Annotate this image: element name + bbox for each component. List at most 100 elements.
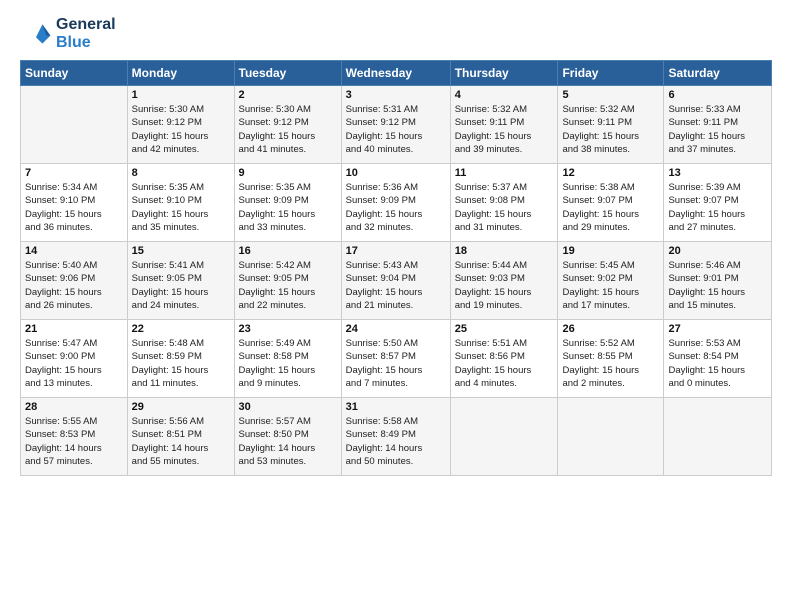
header-sunday: Sunday: [21, 61, 128, 86]
day-cell: 13 Sunrise: 5:39 AM Sunset: 9:07 PM Dayli…: [664, 164, 772, 242]
day-cell: 2Sunrise: 5:30 AM Sunset: 9:12 PM Daylig…: [234, 86, 341, 164]
day-cell: 7 Sunrise: 5:34 AM Sunset: 9:10 PM Daylig…: [21, 164, 128, 242]
day-number: 20: [668, 245, 767, 257]
week-row-3: 21 Sunrise: 5:47 AM Sunset: 9:00 PM Dayli…: [21, 320, 772, 398]
day-number: 8: [132, 167, 230, 179]
day-content: Sunrise: 5:36 AM Sunset: 9:09 PM Dayligh…: [346, 181, 446, 234]
week-row-4: 28 Sunrise: 5:55 AM Sunset: 8:53 PM Dayli…: [21, 398, 772, 476]
day-cell: 26Sunrise: 5:52 AM Sunset: 8:55 PM Dayli…: [558, 320, 664, 398]
day-number: 2: [239, 89, 337, 101]
day-content: Sunrise: 5:58 AM Sunset: 8:49 PM Dayligh…: [346, 415, 446, 468]
day-content: Sunrise: 5:32 AM Sunset: 9:11 PM Dayligh…: [455, 103, 554, 156]
day-number: 23: [239, 323, 337, 335]
day-number: 3: [346, 89, 446, 101]
day-number: 19: [562, 245, 659, 257]
day-content: Sunrise: 5:33 AM Sunset: 9:11 PM Dayligh…: [668, 103, 767, 156]
day-number: 9: [239, 167, 337, 179]
day-content: Sunrise: 5:37 AM Sunset: 9:08 PM Dayligh…: [455, 181, 554, 234]
day-content: Sunrise: 5:38 AM Sunset: 9:07 PM Dayligh…: [562, 181, 659, 234]
day-number: 21: [25, 323, 123, 335]
day-content: Sunrise: 5:46 AM Sunset: 9:01 PM Dayligh…: [668, 259, 767, 312]
day-number: 22: [132, 323, 230, 335]
day-cell: 19 Sunrise: 5:45 AM Sunset: 9:02 PM Dayli…: [558, 242, 664, 320]
day-number: 11: [455, 167, 554, 179]
day-number: 15: [132, 245, 230, 257]
day-number: 17: [346, 245, 446, 257]
day-content: Sunrise: 5:39 AM Sunset: 9:07 PM Dayligh…: [668, 181, 767, 234]
day-cell: 28 Sunrise: 5:55 AM Sunset: 8:53 PM Dayli…: [21, 398, 128, 476]
day-cell: 8 Sunrise: 5:35 AM Sunset: 9:10 PM Daylig…: [127, 164, 234, 242]
day-number: 10: [346, 167, 446, 179]
day-cell: [558, 398, 664, 476]
header-row: SundayMondayTuesdayWednesdayThursdayFrid…: [21, 61, 772, 86]
day-number: 28: [25, 401, 123, 413]
day-number: 5: [562, 89, 659, 101]
day-content: Sunrise: 5:53 AM Sunset: 8:54 PM Dayligh…: [668, 337, 767, 390]
day-cell: 5 Sunrise: 5:32 AM Sunset: 9:11 PM Daylig…: [558, 86, 664, 164]
day-number: 7: [25, 167, 123, 179]
day-content: Sunrise: 5:47 AM Sunset: 9:00 PM Dayligh…: [25, 337, 123, 390]
day-cell: 1 Sunrise: 5:30 AM Sunset: 9:12 PM Daylig…: [127, 86, 234, 164]
week-row-1: 7 Sunrise: 5:34 AM Sunset: 9:10 PM Daylig…: [21, 164, 772, 242]
day-cell: 22 Sunrise: 5:48 AM Sunset: 8:59 PM Dayli…: [127, 320, 234, 398]
day-number: 1: [132, 89, 230, 101]
week-row-0: 1 Sunrise: 5:30 AM Sunset: 9:12 PM Daylig…: [21, 86, 772, 164]
day-cell: 4 Sunrise: 5:32 AM Sunset: 9:11 PM Daylig…: [450, 86, 558, 164]
day-number: 6: [668, 89, 767, 101]
day-cell: 17 Sunrise: 5:43 AM Sunset: 9:04 PM Dayli…: [341, 242, 450, 320]
day-content: Sunrise: 5:55 AM Sunset: 8:53 PM Dayligh…: [25, 415, 123, 468]
header: General Blue: [20, 16, 772, 52]
day-cell: 9Sunrise: 5:35 AM Sunset: 9:09 PM Daylig…: [234, 164, 341, 242]
header-wednesday: Wednesday: [341, 61, 450, 86]
day-cell: 21 Sunrise: 5:47 AM Sunset: 9:00 PM Dayli…: [21, 320, 128, 398]
day-content: Sunrise: 5:41 AM Sunset: 9:05 PM Dayligh…: [132, 259, 230, 312]
day-content: Sunrise: 5:57 AM Sunset: 8:50 PM Dayligh…: [239, 415, 337, 468]
header-thursday: Thursday: [450, 61, 558, 86]
day-number: 12: [562, 167, 659, 179]
calendar-table: SundayMondayTuesdayWednesdayThursdayFrid…: [20, 60, 772, 476]
day-cell: 18 Sunrise: 5:44 AM Sunset: 9:03 PM Dayli…: [450, 242, 558, 320]
day-content: Sunrise: 5:56 AM Sunset: 8:51 PM Dayligh…: [132, 415, 230, 468]
day-number: 14: [25, 245, 123, 257]
day-content: Sunrise: 5:35 AM Sunset: 9:10 PM Dayligh…: [132, 181, 230, 234]
day-cell: 25 Sunrise: 5:51 AM Sunset: 8:56 PM Dayli…: [450, 320, 558, 398]
day-content: Sunrise: 5:31 AM Sunset: 9:12 PM Dayligh…: [346, 103, 446, 156]
day-content: Sunrise: 5:50 AM Sunset: 8:57 PM Dayligh…: [346, 337, 446, 390]
day-cell: 3 Sunrise: 5:31 AM Sunset: 9:12 PM Daylig…: [341, 86, 450, 164]
day-cell: 11 Sunrise: 5:37 AM Sunset: 9:08 PM Dayli…: [450, 164, 558, 242]
header-tuesday: Tuesday: [234, 61, 341, 86]
day-cell: 23Sunrise: 5:49 AM Sunset: 8:58 PM Dayli…: [234, 320, 341, 398]
day-content: Sunrise: 5:43 AM Sunset: 9:04 PM Dayligh…: [346, 259, 446, 312]
day-cell: 12 Sunrise: 5:38 AM Sunset: 9:07 PM Dayli…: [558, 164, 664, 242]
day-cell: [21, 86, 128, 164]
day-content: Sunrise: 5:48 AM Sunset: 8:59 PM Dayligh…: [132, 337, 230, 390]
day-cell: 31Sunrise: 5:58 AM Sunset: 8:49 PM Dayli…: [341, 398, 450, 476]
day-number: 25: [455, 323, 554, 335]
logo-icon: [20, 18, 52, 50]
day-cell: 6 Sunrise: 5:33 AM Sunset: 9:11 PM Daylig…: [664, 86, 772, 164]
day-number: 30: [239, 401, 337, 413]
day-number: 24: [346, 323, 446, 335]
day-number: 26: [562, 323, 659, 335]
day-content: Sunrise: 5:44 AM Sunset: 9:03 PM Dayligh…: [455, 259, 554, 312]
day-content: Sunrise: 5:34 AM Sunset: 9:10 PM Dayligh…: [25, 181, 123, 234]
day-cell: 15 Sunrise: 5:41 AM Sunset: 9:05 PM Dayli…: [127, 242, 234, 320]
header-saturday: Saturday: [664, 61, 772, 86]
day-content: Sunrise: 5:32 AM Sunset: 9:11 PM Dayligh…: [562, 103, 659, 156]
day-number: 18: [455, 245, 554, 257]
day-cell: 27Sunrise: 5:53 AM Sunset: 8:54 PM Dayli…: [664, 320, 772, 398]
calendar-page: General Blue SundayMondayTuesdayWednesda…: [0, 0, 792, 612]
day-number: 4: [455, 89, 554, 101]
logo: General Blue: [20, 16, 116, 52]
day-cell: [664, 398, 772, 476]
day-content: Sunrise: 5:45 AM Sunset: 9:02 PM Dayligh…: [562, 259, 659, 312]
day-cell: 16Sunrise: 5:42 AM Sunset: 9:05 PM Dayli…: [234, 242, 341, 320]
day-number: 13: [668, 167, 767, 179]
day-number: 16: [239, 245, 337, 257]
day-content: Sunrise: 5:30 AM Sunset: 9:12 PM Dayligh…: [132, 103, 230, 156]
logo-text: General Blue: [56, 16, 116, 52]
day-content: Sunrise: 5:51 AM Sunset: 8:56 PM Dayligh…: [455, 337, 554, 390]
day-cell: 24 Sunrise: 5:50 AM Sunset: 8:57 PM Dayli…: [341, 320, 450, 398]
day-cell: 14Sunrise: 5:40 AM Sunset: 9:06 PM Dayli…: [21, 242, 128, 320]
header-friday: Friday: [558, 61, 664, 86]
